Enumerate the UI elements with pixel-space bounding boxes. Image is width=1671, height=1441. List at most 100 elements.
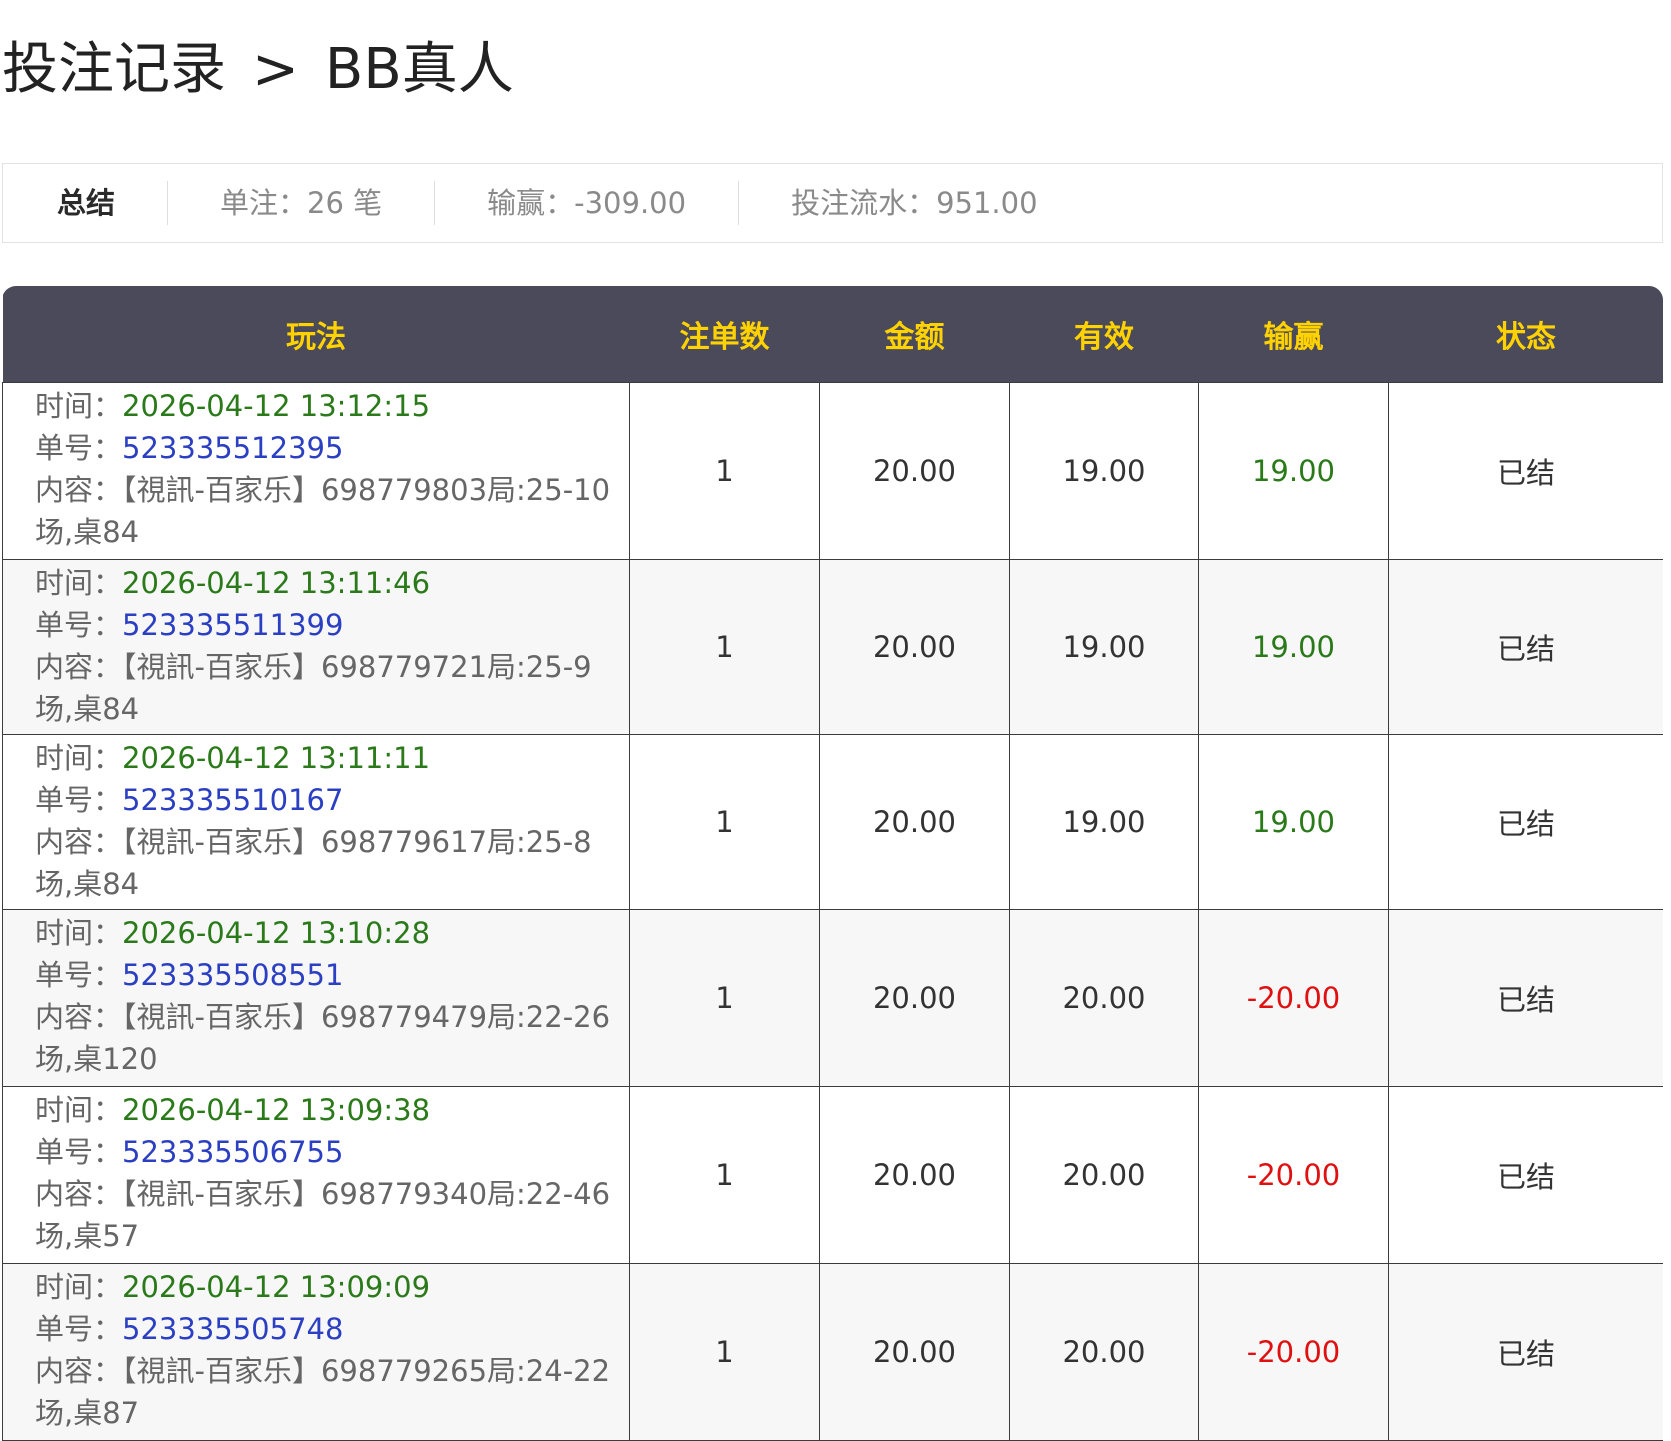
bet-time: 2026-04-12 13:11:46	[122, 566, 431, 600]
bet-order-line: 单号：523335508551	[35, 954, 625, 996]
bet-time-label: 时间：	[35, 916, 123, 950]
bet-winloss-cell: 19.00	[1198, 734, 1389, 910]
bet-time-line: 时间：2026-04-12 13:11:46	[35, 562, 625, 604]
bet-order-line: 单号：523335510167	[35, 779, 625, 821]
table-row[interactable]: 时间：2026-04-12 13:11:46 单号：523335511399 内容：…	[2, 559, 1663, 735]
column-header-status: 状态	[1388, 286, 1663, 383]
bet-count-cell: 1	[629, 1086, 820, 1264]
column-header-game: 玩法	[2, 286, 630, 383]
bet-valid-cell: 20.00	[1009, 909, 1199, 1087]
bet-content-line: 内容：【視訊-百家乐】698779617局:25-8场,桌84	[35, 821, 625, 905]
bet-amount-cell: 20.00	[819, 909, 1010, 1087]
bet-detail-cell: 时间：2026-04-12 13:11:46 单号：523335511399 内容：…	[2, 559, 630, 735]
bet-time-line: 时间：2026-04-12 13:09:09	[35, 1266, 625, 1308]
bet-content-line: 内容：【視訊-百家乐】698779803局:25-10场,桌84	[35, 469, 625, 553]
bet-order-number-link[interactable]: 523335510167	[122, 783, 343, 817]
bet-order-line: 单号：523335511399	[35, 604, 625, 646]
bet-detail-cell: 时间：2026-04-12 13:09:38 单号：523335506755 内容：…	[2, 1086, 630, 1264]
bet-order-label: 单号：	[35, 608, 123, 642]
bet-time-line: 时间：2026-04-12 13:10:28	[35, 912, 625, 954]
bet-detail-cell: 时间：2026-04-12 13:11:11 单号：523335510167 内容：…	[2, 734, 630, 910]
bet-time-label: 时间：	[35, 389, 123, 423]
bet-amount-cell: 20.00	[819, 559, 1010, 735]
column-header-valid: 有效	[1009, 286, 1199, 383]
bet-time-line: 时间：2026-04-12 13:11:11	[35, 737, 625, 779]
bet-content-line: 内容：【視訊-百家乐】698779479局:22-26场,桌120	[35, 996, 625, 1080]
breadcrumb-separator: >	[252, 37, 299, 102]
bet-winloss-cell: 19.00	[1198, 382, 1389, 560]
bet-content: 【視訊-百家乐】698779803局:25-10场,桌84	[35, 473, 611, 549]
bet-valid-cell: 19.00	[1009, 734, 1199, 910]
bet-content-label: 内容：	[35, 825, 123, 859]
column-header-winloss: 输赢	[1198, 286, 1389, 383]
bet-status-cell: 已结	[1388, 559, 1663, 735]
bet-time-label: 时间：	[35, 1270, 123, 1304]
bet-valid-cell: 20.00	[1009, 1263, 1199, 1441]
bet-amount-cell: 20.00	[819, 1086, 1010, 1264]
bet-time: 2026-04-12 13:11:11	[122, 741, 431, 775]
bet-status-cell: 已结	[1388, 909, 1663, 1087]
bet-detail-cell: 时间：2026-04-12 13:10:28 单号：523335508551 内容：…	[2, 909, 630, 1087]
bet-status-cell: 已结	[1388, 734, 1663, 910]
summary-label: 总结	[57, 186, 116, 220]
breadcrumb-parent-link[interactable]: 投注记录	[2, 37, 226, 102]
bet-count-cell: 1	[629, 909, 820, 1087]
bet-valid-cell: 20.00	[1009, 1086, 1199, 1264]
bet-content: 【視訊-百家乐】698779265局:24-22场,桌87	[35, 1354, 611, 1430]
bet-winloss-cell: 19.00	[1198, 559, 1389, 735]
column-header-amount: 金额	[819, 286, 1010, 383]
bet-content-label: 内容：	[35, 1354, 123, 1388]
bet-content-line: 内容：【視訊-百家乐】698779265局:24-22场,桌87	[35, 1350, 625, 1434]
bet-content-label: 内容：	[35, 473, 123, 507]
table-row[interactable]: 时间：2026-04-12 13:09:09 单号：523335505748 内容：…	[2, 1263, 1663, 1441]
bet-content-line: 内容：【視訊-百家乐】698779340局:22-46场,桌57	[35, 1173, 625, 1257]
summary-bet-count: 单注：26 笔	[167, 181, 434, 225]
bet-detail-cell: 时间：2026-04-12 13:09:09 单号：523335505748 内容：…	[2, 1263, 630, 1441]
bet-order-number-link[interactable]: 523335511399	[122, 608, 343, 642]
bet-time-line: 时间：2026-04-12 13:09:38	[35, 1089, 625, 1131]
bet-time-line: 时间：2026-04-12 13:12:15	[35, 385, 625, 427]
table-row[interactable]: 时间：2026-04-12 13:12:15 单号：523335512395 内容：…	[2, 382, 1663, 560]
bet-order-number-link[interactable]: 523335505748	[122, 1312, 343, 1346]
bet-order-number-link[interactable]: 523335512395	[122, 431, 343, 465]
bet-order-number-link[interactable]: 523335508551	[122, 958, 343, 992]
bet-order-line: 单号：523335506755	[35, 1131, 625, 1173]
bet-time-label: 时间：	[35, 741, 123, 775]
bet-time: 2026-04-12 13:09:09	[122, 1270, 431, 1304]
bet-detail-cell: 时间：2026-04-12 13:12:15 单号：523335512395 内容：…	[2, 382, 630, 560]
bet-time: 2026-04-12 13:10:28	[122, 916, 431, 950]
bet-order-label: 单号：	[35, 1312, 123, 1346]
bet-valid-cell: 19.00	[1009, 382, 1199, 560]
breadcrumb: 投注记录 > BB真人	[2, 30, 514, 110]
table-row[interactable]: 时间：2026-04-12 13:11:11 单号：523335510167 内容：…	[2, 734, 1663, 910]
breadcrumb-current: BB真人	[324, 37, 514, 102]
bet-amount-cell: 20.00	[819, 382, 1010, 560]
summary-turnover: 投注流水：951.00	[738, 181, 1089, 225]
bet-content-label: 内容：	[35, 650, 123, 684]
bet-order-number-link[interactable]: 523335506755	[122, 1135, 343, 1169]
bet-order-label: 单号：	[35, 958, 123, 992]
bet-records-table: 玩法 注单数 金额 有效 输赢 状态 时间：2026-04-12 13:12:1…	[2, 286, 1663, 1441]
bet-records-table-wrapper: 玩法 注单数 金额 有效 输赢 状态 时间：2026-04-12 13:12:1…	[2, 286, 1663, 1441]
bet-order-label: 单号：	[35, 1135, 123, 1169]
summary-bar: 总结 单注：26 笔 输赢：-309.00 投注流水：951.00	[2, 163, 1663, 243]
bet-count-cell: 1	[629, 734, 820, 910]
bet-order-line: 单号：523335505748	[35, 1308, 625, 1350]
bet-count-cell: 1	[629, 1263, 820, 1441]
bet-amount-cell: 20.00	[819, 734, 1010, 910]
bet-count-cell: 1	[629, 559, 820, 735]
bet-time: 2026-04-12 13:12:15	[122, 389, 431, 423]
table-row[interactable]: 时间：2026-04-12 13:10:28 单号：523335508551 内容：…	[2, 909, 1663, 1087]
bet-order-line: 单号：523335512395	[35, 427, 625, 469]
bet-time-label: 时间：	[35, 1093, 123, 1127]
summary-profit: 输赢：-309.00	[434, 181, 738, 225]
bet-count-cell: 1	[629, 382, 820, 560]
bet-content: 【視訊-百家乐】698779479局:22-26场,桌120	[35, 1000, 611, 1076]
column-header-count: 注单数	[629, 286, 820, 383]
bet-content-label: 内容：	[35, 1177, 123, 1211]
table-row[interactable]: 时间：2026-04-12 13:09:38 单号：523335506755 内容：…	[2, 1086, 1663, 1264]
bet-status-cell: 已结	[1388, 382, 1663, 560]
bet-order-label: 单号：	[35, 431, 123, 465]
table-header-row: 玩法 注单数 金额 有效 输赢 状态	[2, 286, 1663, 383]
bet-valid-cell: 19.00	[1009, 559, 1199, 735]
